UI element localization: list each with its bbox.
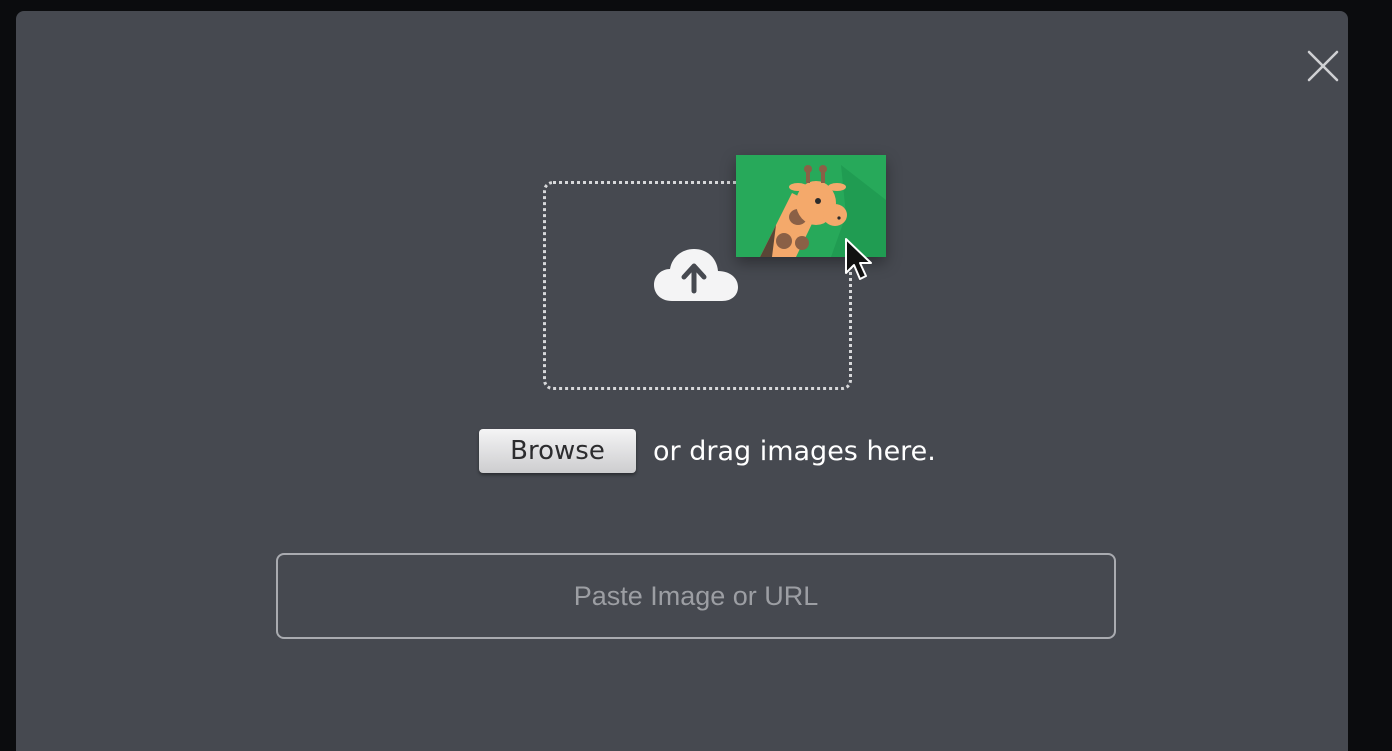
close-icon [1307, 50, 1339, 82]
drag-instructions: or drag images here. [653, 435, 936, 467]
upload-modal: Browse or drag images here. Paste Image … [16, 11, 1348, 751]
paste-field-placeholder: Paste Image or URL [573, 580, 819, 611]
browse-row: Browse or drag images here. [479, 429, 936, 473]
close-button[interactable] [1306, 49, 1340, 83]
mouse-pointer-icon [843, 237, 877, 285]
browse-button[interactable]: Browse [479, 429, 636, 473]
paste-url-field[interactable]: Paste Image or URL [276, 553, 1116, 639]
cloud-upload-icon [654, 245, 738, 305]
